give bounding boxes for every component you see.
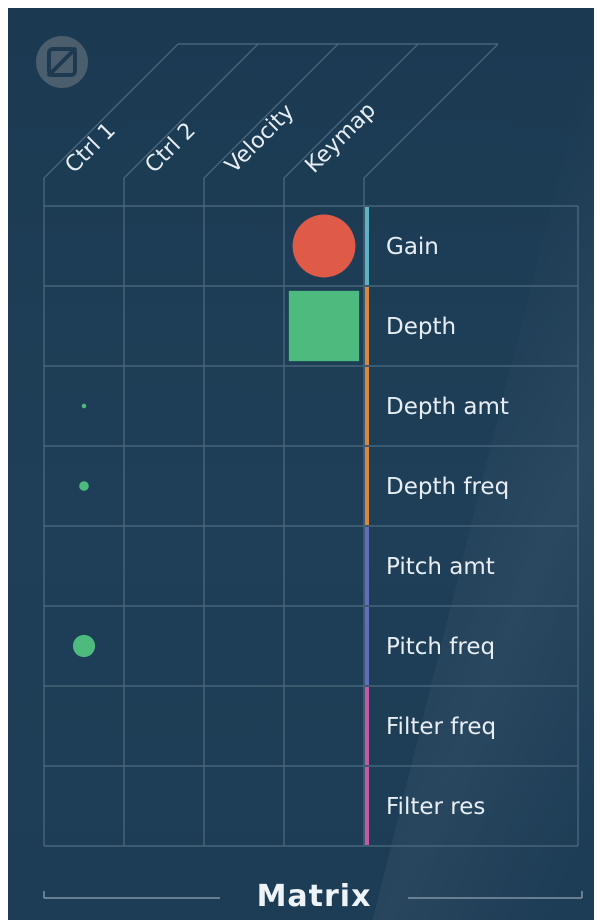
matrix-cell[interactable]: [125, 207, 203, 285]
matrix-cell[interactable]: [205, 607, 283, 685]
matrix-cell[interactable]: [205, 447, 283, 525]
matrix-cell[interactable]: [125, 527, 203, 605]
matrix-cell[interactable]: [285, 367, 363, 445]
matrix-cell[interactable]: [45, 207, 123, 285]
row-group-bar: [365, 767, 369, 845]
matrix-panel: Ctrl 1 Ctrl 2 Velocity Keymap Gain Depth Dept…: [8, 8, 594, 920]
matrix-cell[interactable]: [125, 607, 203, 685]
modulation-amount-dot[interactable]: [72, 634, 96, 658]
matrix-cell[interactable]: [285, 447, 363, 525]
row-group-bar: [365, 527, 369, 605]
row-label-depth-amt: Depth amt: [386, 394, 509, 420]
matrix-cell[interactable]: [205, 207, 283, 285]
row-label-filter-freq: Filter freq: [386, 714, 496, 740]
matrix-cell[interactable]: [125, 367, 203, 445]
matrix-cell[interactable]: [125, 767, 203, 845]
column-header-keymap: Keymap: [301, 98, 381, 178]
column-header-ctrl-2: Ctrl 2: [141, 118, 201, 178]
matrix-cell[interactable]: [45, 767, 123, 845]
matrix-grid: Ctrl 1 Ctrl 2 Velocity Keymap Gain Depth Dept…: [36, 36, 583, 914]
column-header-velocity: Velocity: [221, 100, 300, 179]
matrix-cell[interactable]: [285, 687, 363, 765]
modulation-amount-dot[interactable]: [292, 214, 356, 278]
row-group-bar: [365, 447, 369, 525]
matrix-cell[interactable]: [205, 767, 283, 845]
row-group-bar: [365, 287, 369, 365]
power-button[interactable]: [36, 36, 88, 88]
row-group-bar: [365, 607, 369, 685]
row-group-bar: [365, 367, 369, 445]
row-label-pitch-amt: Pitch amt: [386, 554, 495, 580]
row-label-gain: Gain: [386, 234, 439, 260]
row-label-depth-freq: Depth freq: [386, 474, 509, 500]
row-label-pitch-freq: Pitch freq: [386, 634, 495, 660]
matrix-cell[interactable]: [205, 287, 283, 365]
matrix-cell[interactable]: [205, 687, 283, 765]
row-group-bar: [365, 687, 369, 765]
column-header-ctrl-1: Ctrl 1: [61, 118, 121, 178]
matrix-cell[interactable]: [205, 367, 283, 445]
matrix-cell[interactable]: [125, 687, 203, 765]
row-label-depth: Depth: [386, 314, 456, 340]
modulation-amount-dot[interactable]: [81, 403, 87, 409]
panel-title: Matrix: [257, 879, 372, 914]
matrix-cell[interactable]: [205, 527, 283, 605]
matrix-cell[interactable]: [45, 287, 123, 365]
modulation-amount-dot[interactable]: [79, 481, 89, 491]
matrix-cell[interactable]: [285, 607, 363, 685]
matrix-cell[interactable]: [125, 447, 203, 525]
matrix-cell[interactable]: [45, 687, 123, 765]
matrix-cell[interactable]: [285, 767, 363, 845]
matrix-cell[interactable]: [125, 287, 203, 365]
modulation-amount-square[interactable]: [288, 290, 360, 362]
row-label-filter-res: Filter res: [386, 794, 485, 820]
row-group-bar: [365, 207, 369, 285]
matrix-cell[interactable]: [285, 527, 363, 605]
matrix-cell[interactable]: [45, 527, 123, 605]
header-slant-line: [363, 43, 499, 179]
